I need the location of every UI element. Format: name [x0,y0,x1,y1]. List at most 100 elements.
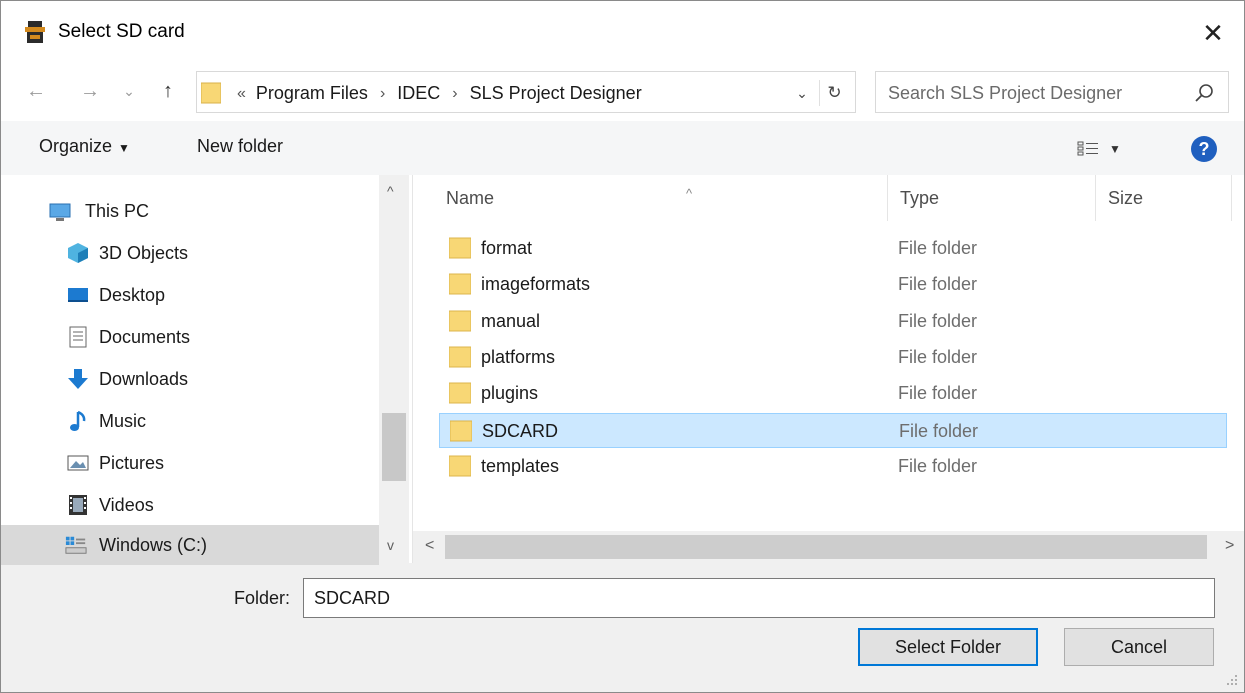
sidebar-item-label: Downloads [99,368,189,389]
sidebar-item-label: 3D Objects [99,242,189,263]
cancel-button[interactable]: Cancel [1064,628,1214,666]
back-button[interactable]: ← [21,77,51,105]
folder-field[interactable] [303,578,1215,618]
list-item[interactable]: plugins File folder [439,376,1227,411]
file-type: File folder [898,311,978,331]
breadcrumb-separator-icon[interactable]: › [452,85,457,103]
organize-label: Organize [39,136,113,156]
column-header-type[interactable]: Type [900,188,939,234]
scroll-right-icon[interactable]: > [1225,537,1234,555]
list-item-selected[interactable]: SDCARD File folder [439,413,1227,448]
scroll-up-icon[interactable]: ^ [387,183,394,199]
folder-icon [449,310,471,332]
close-button[interactable]: ✕ [1191,13,1235,53]
breadcrumb-program-files[interactable]: Program Files [256,83,368,104]
file-type: File folder [899,421,979,441]
sidebar-item-label: Windows (C:) [99,534,208,555]
folder-icon [201,82,221,104]
title-bar: Select SD card ✕ [1,1,1244,63]
select-folder-button[interactable]: Select Folder [858,628,1038,666]
column-header-label: Name [446,188,495,208]
sidebar-item-downloads[interactable]: Downloads [1,359,379,399]
up-button[interactable]: ↑ [153,77,183,105]
sidebar-item-videos[interactable]: Videos [1,485,379,525]
recent-locations-button[interactable]: ⌄ [119,77,139,105]
back-arrow-icon: ← [26,79,46,102]
sidebar-item-music[interactable]: Music [1,401,379,441]
sidebar-item-documents[interactable]: Documents [1,317,379,357]
folder-icon [449,237,471,259]
up-arrow-icon: ↑ [163,79,173,102]
file-type: File folder [898,238,978,258]
file-type: File folder [898,383,978,403]
search-input[interactable] [888,81,1178,105]
change-view-button[interactable]: ▼ [1077,137,1147,161]
forward-button[interactable]: → [75,77,105,105]
folder-icon [449,346,471,368]
sidebar-item-label: Music [99,410,147,431]
column-header-name[interactable]: Name ^ [446,186,692,234]
scroll-left-icon[interactable]: < [425,537,434,555]
refresh-icon: ↻ [827,83,842,102]
drive-icon [65,536,87,554]
list-item[interactable]: manual File folder [439,304,1227,339]
list-item[interactable]: templates File folder [439,449,1227,484]
folder-icon [450,420,472,442]
sidebar-item-windows-c[interactable]: Windows (C:) [1,525,379,565]
file-name: platforms [481,347,556,367]
sidebar-item-pictures[interactable]: Pictures [1,443,379,483]
column-divider[interactable] [1095,175,1096,221]
caret-down-icon: ▼ [1109,142,1121,156]
select-sd-card-dialog: Select SD card ✕ ← → ⌄ ↑ « Program Files… [0,0,1245,693]
close-icon: ✕ [1202,17,1224,48]
file-type: File folder [898,347,978,367]
refresh-button[interactable]: ↻ [819,80,849,106]
sidebar-item-label: Pictures [99,452,165,473]
list-item[interactable]: platforms File folder [439,340,1227,375]
navigation-pane-scrollbar[interactable]: ^ v [379,175,409,563]
sort-ascending-icon: ^ [686,186,693,201]
scroll-down-icon[interactable]: v [387,537,394,553]
resize-grip-icon[interactable] [1225,673,1239,687]
folder-icon [449,273,471,295]
3d-objects-icon [68,243,88,263]
search-box[interactable] [875,71,1229,113]
videos-icon [69,495,87,515]
column-header-size[interactable]: Size [1108,188,1143,234]
address-dropdown-button[interactable]: ⌄ [791,82,813,104]
sidebar-item-3d-objects[interactable]: 3D Objects [1,233,379,273]
forward-arrow-icon: → [80,79,100,102]
scrollbar-thumb[interactable] [445,535,1207,559]
list-item[interactable]: format File folder [439,231,1227,266]
help-icon[interactable]: ? [1191,136,1217,162]
breadcrumb-sls-project-designer[interactable]: SLS Project Designer [470,83,642,104]
breadcrumb-idec[interactable]: IDEC [397,83,440,104]
file-name: imageformats [481,274,591,294]
sidebar-item-label: This PC [85,200,150,221]
list-item[interactable]: imageformats File folder [439,267,1227,302]
column-divider[interactable] [887,175,888,221]
sidebar-item-label: Videos [99,494,154,515]
folder-label: Folder: [234,588,291,608]
file-name: templates [481,456,560,476]
sidebar-item-label: Documents [99,326,191,347]
file-name: SDCARD [482,421,559,441]
caret-down-icon: ▼ [118,141,130,155]
breadcrumb-overflow[interactable]: « [237,85,246,103]
pc-icon [49,203,71,221]
window-title: Select SD card [58,21,185,42]
organize-button[interactable]: Organize ▼ [39,136,130,157]
scrollbar-thumb[interactable] [382,413,406,481]
desktop-icon [68,288,88,302]
search-icon[interactable] [1194,82,1216,104]
sidebar-item-desktop[interactable]: Desktop [1,275,379,315]
file-list-scrollbar[interactable]: < > [413,531,1244,563]
address-bar[interactable]: « Program Files › IDEC › SLS Project Des… [196,71,856,113]
pictures-icon [67,455,89,471]
breadcrumb-separator-icon[interactable]: › [380,85,385,103]
new-folder-button[interactable]: New folder [197,136,283,157]
sidebar-item-this-pc[interactable]: This PC [1,191,379,231]
downloads-icon [68,369,88,389]
navigation-pane: This PC 3D Objects Desktop Documents Dow… [1,175,413,565]
column-divider[interactable] [1231,175,1232,221]
